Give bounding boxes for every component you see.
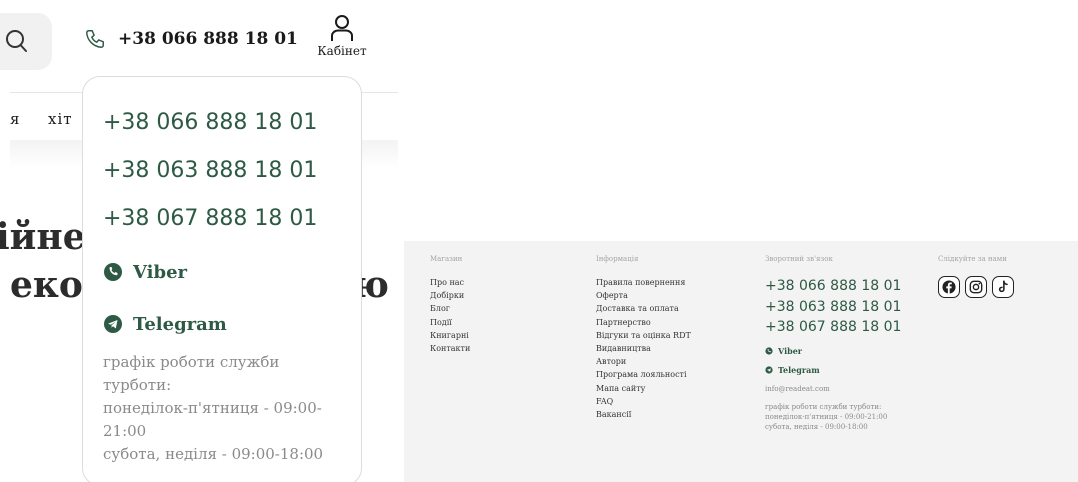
footer-link-sitemap[interactable]: Мапа сайту — [596, 382, 691, 395]
footer-social-column: Слідкуйте за нами — [938, 255, 1014, 298]
viber-icon — [104, 263, 122, 281]
dropdown-telegram-link[interactable]: Telegram — [103, 313, 361, 335]
viber-icon — [765, 346, 773, 355]
footer-link-delivery[interactable]: Доставка та оплата — [596, 302, 691, 315]
footer-phone-3[interactable]: +38 067 888 18 01 — [765, 317, 901, 338]
nav-item-hits[interactable]: хіт — [48, 110, 73, 128]
footer-link-vacancies[interactable]: Вакансії — [596, 408, 691, 421]
dropdown-viber-label: Viber — [133, 261, 188, 283]
header-phone-number: +38 066 888 18 01 — [118, 29, 298, 49]
footer-link-contacts[interactable]: Контакти — [430, 342, 470, 355]
facebook-icon — [942, 280, 956, 294]
schedule-line: турботи: — [103, 376, 172, 394]
cabinet-button[interactable]: Кабінет — [310, 14, 374, 58]
footer-schedule-line: графік роботи служби турботи: — [765, 402, 882, 411]
footer-social-heading: Слідкуйте за нами — [938, 255, 1007, 263]
footer-link-loyalty[interactable]: Програма лояльності — [596, 368, 691, 381]
dropdown-phone-1[interactable]: +38 066 888 18 01 — [103, 99, 361, 147]
schedule-line: 21:00 — [103, 422, 147, 440]
hero-title-line-2: еко — [10, 264, 83, 306]
instagram-icon — [969, 280, 983, 294]
footer-viber-link[interactable]: Viber — [765, 346, 901, 356]
footer-info-heading: Інформація — [596, 255, 639, 263]
footer-schedule: графік роботи служби турботи: понеділок-… — [765, 402, 901, 432]
telegram-icon — [765, 365, 773, 374]
nav-item-partial[interactable]: я — [10, 110, 20, 128]
telegram-icon — [104, 315, 122, 333]
footer-schedule-line: понеділок-п'ятниця - 09:00-21:00 — [765, 412, 888, 421]
user-icon — [331, 15, 353, 41]
footer-link-faq[interactable]: FAQ — [596, 395, 691, 408]
footer-telegram-link[interactable]: Telegram — [765, 365, 901, 375]
footer: Магазин Про нас Добірки Блог Події Книга… — [404, 241, 1078, 482]
footer-link-publishers[interactable]: Видавництва — [596, 342, 691, 355]
footer-link-authors[interactable]: Автори — [596, 355, 691, 368]
footer-link-returns[interactable]: Правила повернення — [596, 276, 691, 289]
header-phone-link[interactable]: +38 066 888 18 01 — [84, 28, 298, 50]
hero-title-line-1: ійне — [0, 216, 86, 258]
footer-telegram-label: Telegram — [778, 364, 820, 375]
footer-link-collections[interactable]: Добірки — [430, 289, 470, 302]
footer-link-about[interactable]: Про нас — [430, 276, 470, 289]
instagram-link[interactable] — [965, 276, 987, 298]
footer-schedule-line: субота, неділя - 09:00-18:00 — [765, 422, 868, 431]
facebook-link[interactable] — [938, 276, 960, 298]
search-icon — [6, 30, 27, 52]
footer-viber-label: Viber — [778, 345, 803, 356]
tiktok-link[interactable] — [992, 276, 1014, 298]
footer-link-blog[interactable]: Блог — [430, 302, 470, 315]
dropdown-viber-link[interactable]: Viber — [103, 261, 361, 283]
footer-link-reviews[interactable]: Відгуки та оцінка RDT — [596, 329, 691, 342]
phone-dropdown: +38 066 888 18 01 +38 063 888 18 01 +38 … — [82, 76, 362, 482]
footer-info-column: Інформація Правила повернення Оферта Дос… — [596, 255, 691, 421]
search-button[interactable] — [0, 13, 52, 70]
schedule-line: графік роботи служби — [103, 353, 280, 371]
footer-shop-heading: Магазин — [430, 255, 463, 263]
social-links — [938, 276, 1014, 298]
cabinet-label: Кабінет — [317, 44, 367, 58]
footer-phone-2[interactable]: +38 063 888 18 01 — [765, 297, 901, 318]
schedule-line: субота, неділя - 09:00-18:00 — [103, 445, 324, 463]
tiktok-icon — [998, 280, 1008, 293]
dropdown-telegram-label: Telegram — [133, 313, 227, 335]
footer-email[interactable]: info@readeat.com — [765, 385, 901, 393]
dropdown-schedule: графік роботи служби турботи: понеділок-… — [103, 351, 353, 466]
footer-link-partnership[interactable]: Партнерство — [596, 316, 691, 329]
phone-icon — [86, 30, 104, 48]
footer-shop-column: Магазин Про нас Добірки Блог Події Книга… — [430, 255, 470, 355]
schedule-line: понеділок-п'ятниця - 09:00- — [103, 399, 322, 417]
footer-link-events[interactable]: Події — [430, 316, 470, 329]
footer-phone-1[interactable]: +38 066 888 18 01 — [765, 276, 901, 297]
dropdown-phone-3[interactable]: +38 067 888 18 01 — [103, 195, 361, 243]
footer-contact-heading: Зворотний зв'язок — [765, 255, 833, 263]
footer-link-bookstores[interactable]: Книгарні — [430, 329, 470, 342]
dropdown-phone-2[interactable]: +38 063 888 18 01 — [103, 147, 361, 195]
footer-link-offer[interactable]: Оферта — [596, 289, 691, 302]
footer-contact-column: Зворотний зв'язок +38 066 888 18 01 +38 … — [765, 255, 901, 432]
